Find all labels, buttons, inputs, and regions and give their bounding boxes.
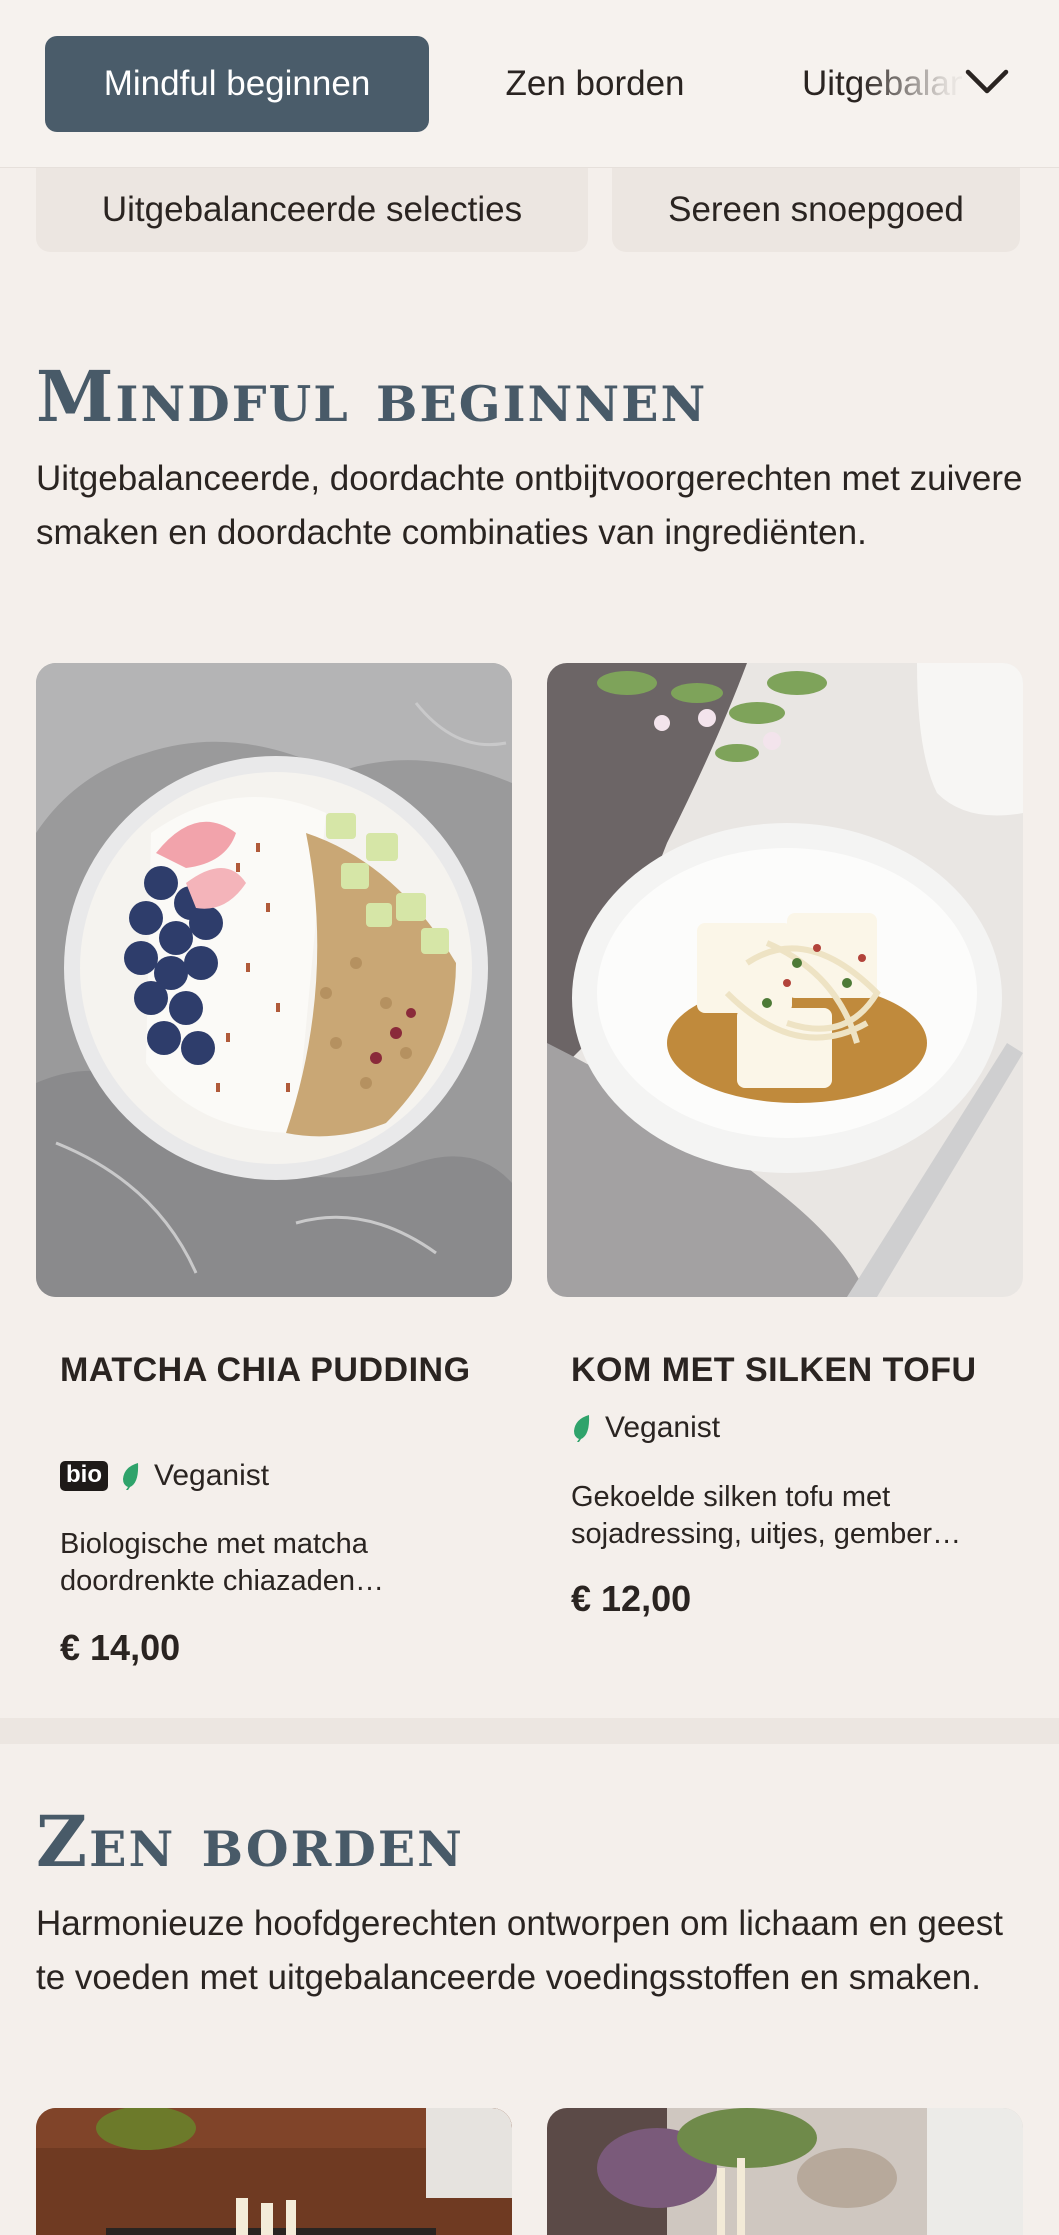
filter-sereen-snoepgoed[interactable]: Sereen snoepgoed (612, 168, 1020, 252)
section-description-mindful-beginnen: Uitgebalanceerde, doordachte ontbijtvoor… (36, 459, 1023, 552)
dish-price-kom-met-silken-tofu: € 12,00 (571, 1578, 692, 1619)
diet-label: Veganist (605, 1411, 721, 1444)
dish-tags-matcha-chia-pudding: bio Veganist (60, 1456, 269, 1496)
chevron-down-icon[interactable] (962, 62, 1012, 102)
dish-image-zen-borden-2[interactable] (547, 2108, 1023, 2235)
dish-image-kom-met-silken-tofu[interactable] (547, 663, 1023, 1297)
bio-badge: bio (60, 1461, 108, 1491)
section-title-mindful-beginnen: Mindful beginnen (36, 355, 708, 438)
dish-image-zen-borden-1[interactable] (36, 2108, 512, 2235)
dish-description-kom-met-silken-tofu: Gekoelde silken tofu met sojadressing, u… (571, 1481, 962, 1550)
dish-description-matcha-chia-pudding: Biologische met matcha doordrenkte chiaz… (60, 1528, 385, 1597)
dish-tags-kom-met-silken-tofu: Veganist (571, 1408, 720, 1448)
category-nav: Mindful beginnen Zen borden Uitgebalance… (0, 0, 1059, 168)
section-description-zen-borden: Harmonieuze hoofdgerechten ontworpen om … (36, 1904, 1003, 1997)
diet-label: Veganist (154, 1459, 270, 1492)
dish-image-matcha-chia-pudding[interactable] (36, 663, 512, 1297)
dish-name-kom-met-silken-tofu[interactable]: Kom met Silken Tofu (571, 1346, 1011, 1394)
dish-name-matcha-chia-pudding[interactable]: Matcha Chia Pudding (60, 1346, 480, 1394)
tab-zen-borden[interactable]: Zen borden (470, 36, 720, 132)
dish-price-matcha-chia-pudding: € 14,00 (60, 1627, 181, 1668)
filter-uitgebalanceerde-selecties[interactable]: Uitgebalanceerde selecties (36, 168, 588, 252)
tab-mindful-beginnen[interactable]: Mindful beginnen (45, 36, 429, 132)
tab-uitgebalanceerde-selecties[interactable]: Uitgebalanceerde selecties (802, 36, 962, 132)
section-title-zen-borden: Zen borden (36, 1800, 464, 1883)
leaf-icon (123, 1463, 139, 1490)
leaf-icon (574, 1415, 590, 1442)
section-divider (0, 1718, 1059, 1744)
